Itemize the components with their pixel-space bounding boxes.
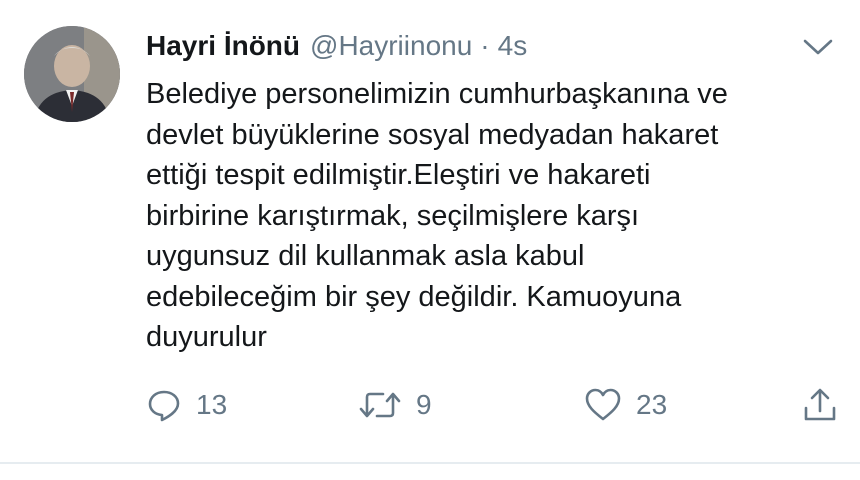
reply-icon: [148, 390, 180, 422]
display-name[interactable]: Hayri İnönü: [146, 30, 300, 62]
tweet-text-line: uygunsuz dil kullanmak asla kabul: [146, 240, 585, 272]
tweet-text-line: ettiği tespit edilmiştir.Eleştiri ve hak…: [146, 159, 651, 191]
like-button[interactable]: 23: [584, 382, 667, 428]
tweet-actions: 13 9 23: [146, 382, 846, 428]
tweet-text-line: Belediye personelimizin cumhurbaşkanına …: [146, 78, 728, 110]
tweet-text-line: duyurulur: [146, 321, 267, 353]
chevron-down-icon: [803, 39, 833, 55]
tweet-text-line: devlet büyüklerine sosyal medyadan hakar…: [146, 118, 719, 151]
handle[interactable]: @Hayriinonu: [310, 30, 472, 62]
share-button[interactable]: [802, 382, 838, 428]
timestamp[interactable]: 4s: [498, 30, 528, 62]
share-icon: [804, 388, 836, 421]
separator-dot: ·: [480, 30, 490, 61]
like-count: 23: [636, 389, 668, 420]
profile-photo-icon: [24, 26, 120, 122]
tweet: Hayri İnönü @Hayriinonu · 4s Belediye pe…: [0, 0, 860, 480]
retweet-count: 9: [416, 389, 432, 420]
divider: [0, 462, 860, 464]
tweet-header: Hayri İnönü @Hayriinonu · 4s: [146, 26, 527, 66]
retweet-button[interactable]: 9: [358, 382, 432, 428]
avatar[interactable]: [24, 26, 120, 122]
reply-count: 13: [196, 389, 228, 420]
reply-button[interactable]: 13: [146, 382, 227, 428]
tweet-text: Belediye personelimizin cumhurbaşkanına …: [146, 74, 826, 358]
retweet-icon: [359, 392, 401, 418]
tweet-text-line: edebileceğim bir şey değildir. Kamuoyuna: [146, 280, 682, 313]
tweet-menu-button[interactable]: [798, 30, 838, 64]
heart-icon: [585, 388, 621, 421]
tweet-text-line: birbirine karıştırmak, seçilmişlere karş…: [146, 199, 640, 232]
